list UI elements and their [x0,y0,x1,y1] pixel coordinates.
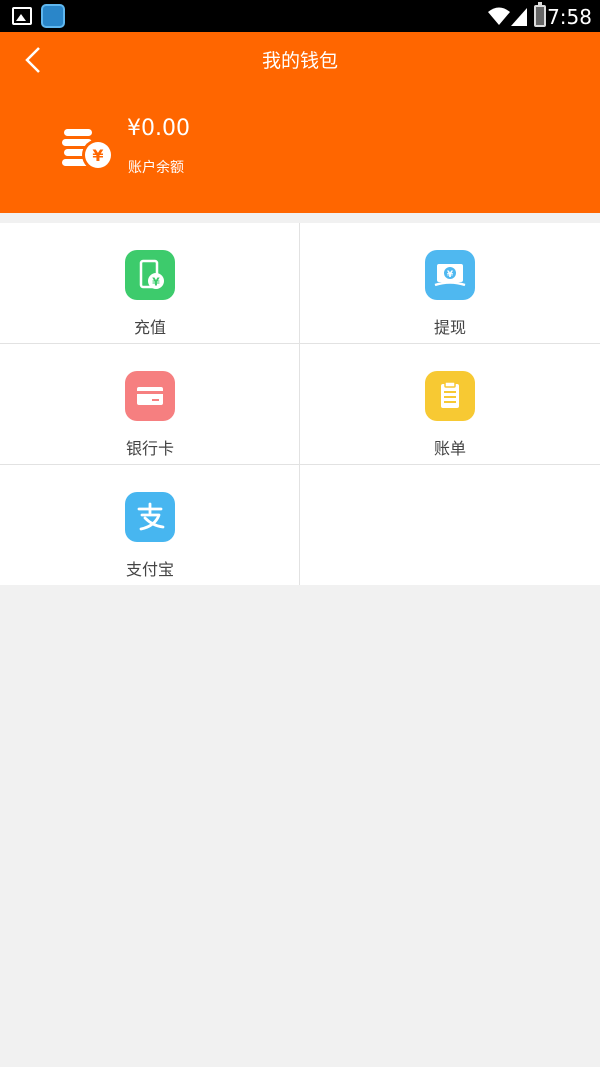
wifi-icon [488,7,510,25]
svg-text:¥: ¥ [447,270,454,280]
recharge-label: 充值 [133,318,166,337]
app-notification-icon [41,4,65,28]
alipay-label: 支付宝 [125,560,174,579]
status-bar: 7:58 [0,0,600,32]
svg-text:¥: ¥ [152,276,160,289]
svg-text:¥: ¥ [92,146,103,165]
bank-card-icon [125,371,175,421]
wallet-header: 我的钱包 ¥ ¥0.00 账户余额 [0,32,600,213]
bank-card-label: 银行卡 [125,439,174,458]
bank-card-button[interactable]: 银行卡 [0,344,300,465]
withdraw-button[interactable]: ¥ 提现 [300,223,600,344]
alipay-icon [125,492,175,542]
bill-icon [425,371,475,421]
signal-icon [511,8,527,26]
status-time: 7:58 [547,5,592,29]
withdraw-label: 提现 [433,318,466,337]
bill-label: 账单 [433,439,466,458]
phone-recharge-icon: ¥ [125,250,175,300]
wallet-menu-grid: ¥ 充值 ¥ 提现 银行卡 账单 支付宝 [0,223,600,585]
bill-button[interactable]: 账单 [300,344,600,465]
cash-withdraw-icon: ¥ [425,250,475,300]
page-title: 我的钱包 [261,50,338,72]
battery-icon [534,2,546,27]
gallery-icon [12,7,32,25]
balance-label: 账户余额 [128,160,184,176]
coins-yen-icon: ¥ [62,129,114,171]
alipay-button[interactable]: 支付宝 [0,465,300,586]
balance-amount: ¥0.00 [127,116,190,141]
recharge-button[interactable]: ¥ 充值 [0,223,300,344]
